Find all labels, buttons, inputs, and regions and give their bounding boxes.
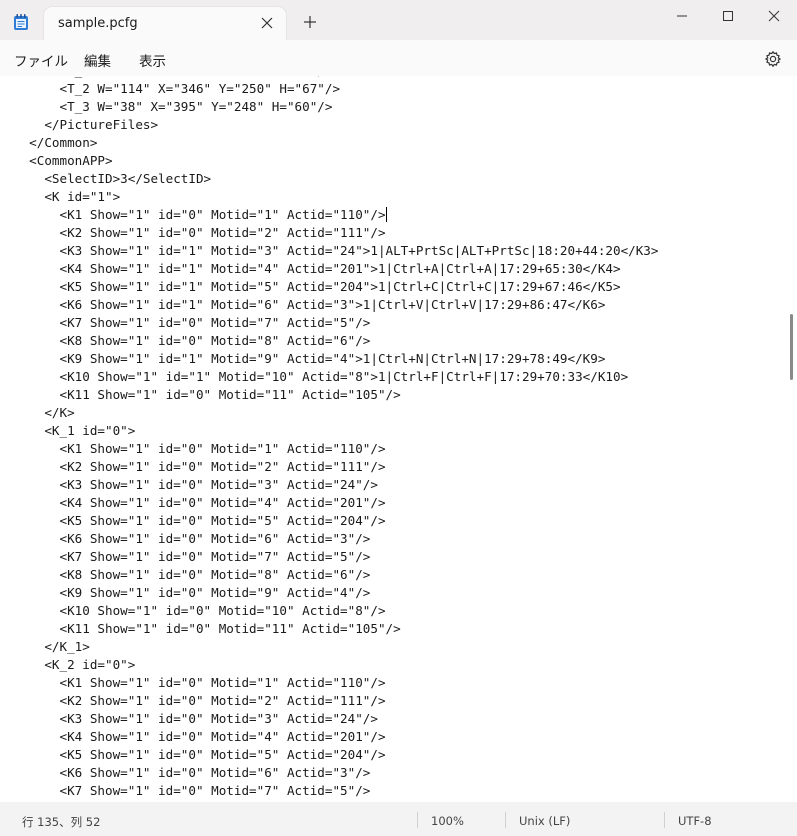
text-editor[interactable]: <T_1 W="40" X="395" Y="250" H="60"/> <T_… xyxy=(0,76,786,802)
code-line[interactable]: <T_3 W="38" X="395" Y="248" H="60"/> xyxy=(14,98,658,116)
plus-icon[interactable] xyxy=(302,14,318,30)
tab-title: sample.pcfg xyxy=(58,16,138,31)
code-line[interactable]: <K9 Show="1" id="1" Motid="9" Actid="4">… xyxy=(14,350,658,368)
code-line[interactable]: <K9 Show="1" id="0" Motid="9" Actid="4"/… xyxy=(14,584,658,602)
code-line[interactable]: <K7 Show="1" id="0" Motid="7" Actid="5"/… xyxy=(14,782,658,800)
code-line[interactable]: <K6 Show="1" id="0" Motid="6" Actid="3"/… xyxy=(14,764,658,782)
code-line[interactable]: </K_1> xyxy=(14,638,658,656)
maximize-icon[interactable] xyxy=(718,8,738,24)
menu-view[interactable]: 表示 xyxy=(139,50,166,70)
minimize-icon[interactable] xyxy=(672,8,692,24)
code-line[interactable]: <K7 Show="1" id="0" Motid="7" Actid="5"/… xyxy=(14,314,658,332)
code-line[interactable]: <K7 Show="1" id="0" Motid="7" Actid="5"/… xyxy=(14,548,658,566)
code-line[interactable]: <K_1 id="0"> xyxy=(14,422,658,440)
code-line[interactable]: <K5 Show="1" id="0" Motid="5" Actid="204… xyxy=(14,512,658,530)
line-ending[interactable]: Unix (LF) xyxy=(519,814,570,828)
code-line[interactable]: <K4 Show="1" id="1" Motid="4" Actid="201… xyxy=(14,260,658,278)
code-line[interactable]: <K1 Show="1" id="0" Motid="1" Actid="110… xyxy=(14,440,658,458)
code-line[interactable]: <K_2 id="0"> xyxy=(14,656,658,674)
status-divider xyxy=(417,812,418,828)
code-line[interactable]: </Common> xyxy=(14,134,658,152)
code-line[interactable]: <CommonAPP> xyxy=(14,152,658,170)
encoding[interactable]: UTF-8 xyxy=(678,814,712,828)
notepad-window: sample.pcfg ファイル 編集 表示 <T_2 W="114" X="3… xyxy=(0,0,797,836)
menu-edit[interactable]: 編集 xyxy=(84,50,111,70)
code-line[interactable]: <K1 Show="1" id="0" Motid="1" Actid="110… xyxy=(14,674,658,692)
close-icon[interactable] xyxy=(764,8,784,24)
code-line[interactable]: <K2 Show="1" id="0" Motid="2" Actid="111… xyxy=(14,692,658,710)
code-line[interactable]: <K id="1"> xyxy=(14,188,658,206)
editor-content[interactable]: <T_1 W="40" X="395" Y="250" H="60"/> <T_… xyxy=(14,76,658,800)
code-line[interactable]: <K8 Show="1" id="0" Motid="8" Actid="6"/… xyxy=(14,566,658,584)
code-line[interactable]: <K5 Show="1" id="1" Motid="5" Actid="204… xyxy=(14,278,658,296)
code-line[interactable]: <K5 Show="1" id="0" Motid="5" Actid="204… xyxy=(14,746,658,764)
code-line[interactable]: <K6 Show="1" id="1" Motid="6" Actid="3">… xyxy=(14,296,658,314)
cursor-position[interactable]: 行 135、列 52 xyxy=(22,814,100,830)
status-divider xyxy=(664,812,665,828)
code-line[interactable]: <SelectID>3</SelectID> xyxy=(14,170,658,188)
code-line[interactable]: <K11 Show="1" id="0" Motid="11" Actid="1… xyxy=(14,620,658,638)
code-line[interactable]: <T_2 W="114" X="346" Y="250" H="67"/> xyxy=(14,80,658,98)
code-line[interactable]: <K4 Show="1" id="0" Motid="4" Actid="201… xyxy=(14,728,658,746)
code-line[interactable]: <K2 Show="1" id="0" Motid="2" Actid="111… xyxy=(14,224,658,242)
code-line[interactable]: <K1 Show="1" id="0" Motid="1" Actid="110… xyxy=(14,206,658,224)
code-line[interactable]: <K3 Show="1" id="1" Motid="3" Actid="24"… xyxy=(14,242,658,260)
code-line[interactable]: <K3 Show="1" id="0" Motid="3" Actid="24"… xyxy=(14,476,658,494)
tab-sample-pcfg[interactable]: sample.pcfg xyxy=(44,7,286,40)
code-line[interactable]: <K11 Show="1" id="0" Motid="11" Actid="1… xyxy=(14,386,658,404)
code-line[interactable]: </PictureFiles> xyxy=(14,116,658,134)
vertical-scrollbar[interactable] xyxy=(786,76,797,802)
menu-bar: ファイル 編集 表示 xyxy=(0,40,797,76)
zoom-level[interactable]: 100% xyxy=(431,814,464,828)
gear-icon[interactable] xyxy=(764,50,782,68)
text-caret xyxy=(385,207,387,222)
close-icon[interactable] xyxy=(260,16,274,30)
notepad-icon xyxy=(14,14,28,30)
code-line[interactable]: <K10 Show="1" id="0" Motid="10" Actid="8… xyxy=(14,602,658,620)
code-line[interactable]: <K4 Show="1" id="0" Motid="4" Actid="201… xyxy=(14,494,658,512)
code-line[interactable]: </K> xyxy=(14,404,658,422)
code-line[interactable]: <K10 Show="1" id="1" Motid="10" Actid="8… xyxy=(14,368,658,386)
scrollbar-thumb[interactable] xyxy=(790,314,793,380)
code-line[interactable]: <K2 Show="1" id="0" Motid="2" Actid="111… xyxy=(14,458,658,476)
title-bar[interactable]: sample.pcfg xyxy=(0,0,797,40)
code-line[interactable]: <K6 Show="1" id="0" Motid="6" Actid="3"/… xyxy=(14,530,658,548)
status-divider xyxy=(505,812,506,828)
status-bar: 行 135、列 52 100% Unix (LF) UTF-8 xyxy=(0,802,797,836)
code-line[interactable]: <K8 Show="1" id="0" Motid="8" Actid="6"/… xyxy=(14,332,658,350)
code-line[interactable]: <K3 Show="1" id="0" Motid="3" Actid="24"… xyxy=(14,710,658,728)
menu-file[interactable]: ファイル xyxy=(14,50,68,70)
